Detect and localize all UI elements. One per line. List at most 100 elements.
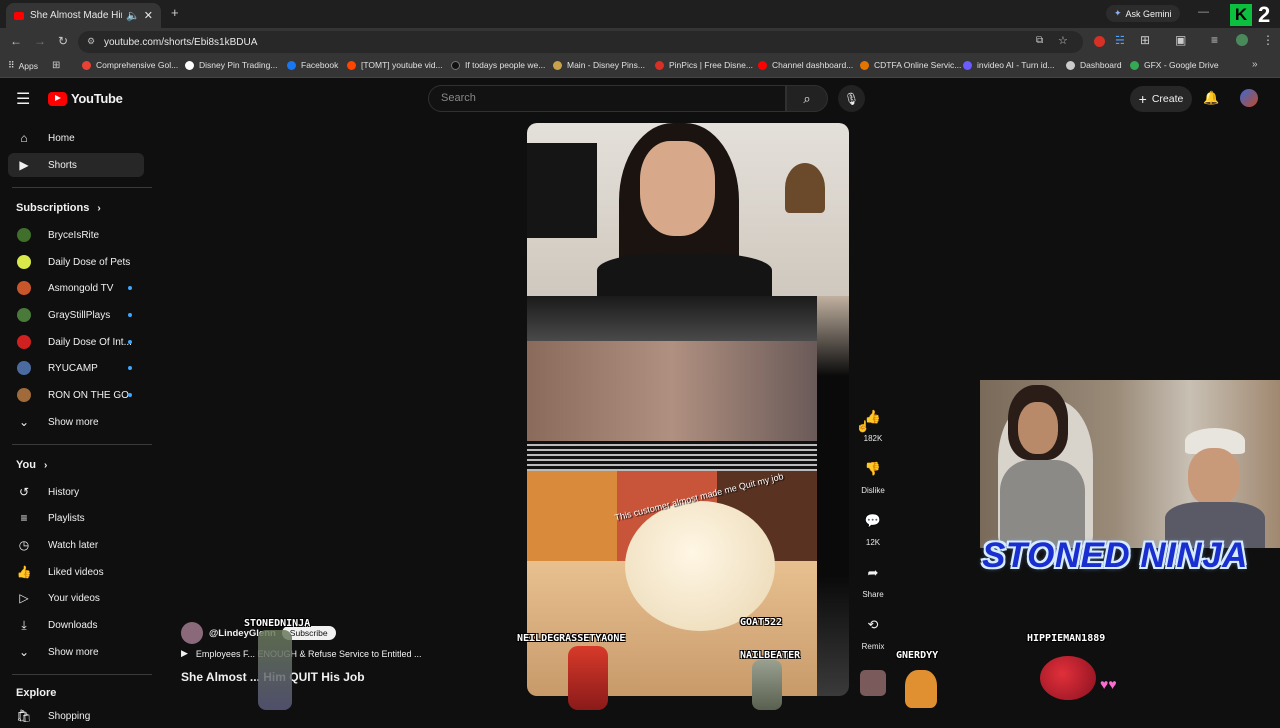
tab-groups-icon[interactable]: ⊞ — [52, 60, 60, 71]
bookmark-star-icon[interactable]: ☆ — [1058, 34, 1068, 47]
extension-blue-icon[interactable]: ☵ — [1115, 34, 1125, 47]
new-tab-icon[interactable]: + — [171, 5, 179, 20]
bookmark-item[interactable]: invideo AI - Turn id... — [963, 60, 1054, 70]
browser-menu-icon[interactable]: ⋮ — [1262, 33, 1274, 47]
notifications-bell-icon[interactable]: 🔔 — [1203, 90, 1219, 106]
shorts-video-player[interactable]: This customer almost made me Quit my job — [527, 123, 849, 696]
bookmark-item[interactable]: Dashboard — [1066, 60, 1122, 70]
sidebar-subscription-item[interactable]: Daily Dose of Pets — [8, 250, 144, 274]
search-button[interactable]: ⌕ — [786, 85, 828, 112]
sidebar-subscription-item[interactable]: GrayStillPlays — [8, 303, 144, 327]
sidebar-item-label: Show more — [48, 416, 99, 428]
sidebar-subscription-item[interactable]: Daily Dose Of Int... — [8, 330, 144, 354]
sidebar-item-liked-videos[interactable]: 👍 Liked videos — [8, 560, 144, 584]
ask-gemini-button[interactable]: ✦ Ask Gemini — [1106, 5, 1180, 22]
gemini-icon: ✦ — [1114, 8, 1122, 18]
bookmark-item[interactable]: GFX - Google Drive — [1130, 60, 1219, 70]
minimize-icon[interactable]: — — [1198, 6, 1209, 18]
channel-avatar — [17, 255, 31, 269]
bookmark-item[interactable]: Comprehensive Gol... — [82, 60, 178, 70]
bookmark-item[interactable]: If todays people we... — [451, 60, 545, 70]
bookmark-item[interactable]: Disney Pin Trading... — [185, 60, 277, 70]
subscriptions-heading[interactable]: Subscriptions › — [16, 202, 101, 214]
channel-avatar — [17, 388, 31, 402]
browser-tab[interactable]: She Almost Made Him QUIT 🔈 ✕ — [6, 3, 161, 28]
bookmark-label: Main - Disney Pins... — [567, 60, 645, 70]
chevron-down-icon: ⌄ — [18, 645, 30, 659]
voice-search-button[interactable]: 🎙 — [838, 85, 865, 112]
bookmark-item[interactable]: Main - Disney Pins... — [553, 60, 645, 70]
sidebar-item-label: BryceIsRite — [48, 229, 100, 241]
sidebar-item-shopping[interactable]: 🛍 Shopping — [8, 704, 144, 728]
youtube-favicon-icon — [14, 11, 24, 20]
divider — [12, 444, 152, 445]
sidebar-subscription-item[interactable]: BryceIsRite — [8, 223, 144, 247]
channel-avatar — [17, 281, 31, 295]
show-more-you[interactable]: ⌄ Show more — [8, 640, 144, 664]
sidebar-item-watch-later[interactable]: ◷ Watch later — [8, 533, 144, 557]
side-panel-icon[interactable]: ▣ — [1175, 33, 1186, 47]
chatter-name: GOAT522 — [740, 617, 783, 628]
account-avatar[interactable] — [1240, 89, 1258, 107]
comments-button[interactable]: 💬 12K — [856, 508, 890, 547]
sidebar-item-downloads[interactable]: ⤓ Downloads — [8, 613, 144, 637]
bookmark-label: Comprehensive Gol... — [96, 60, 179, 70]
home-icon: ⌂ — [20, 131, 28, 145]
profile-avatar-icon[interactable] — [1236, 34, 1248, 46]
freezer-rack-image — [527, 441, 817, 471]
sidebar-item-label: GrayStillPlays — [48, 309, 111, 321]
youtube-logo[interactable]: YouTube — [48, 91, 123, 106]
extensions-puzzle-icon[interactable]: ⊞ — [1140, 33, 1150, 47]
freezer-lid-image — [527, 296, 817, 341]
bookmark-favicon-icon — [287, 60, 296, 70]
sound-thumbnail[interactable] — [856, 670, 890, 696]
search-input[interactable]: Search — [428, 85, 786, 112]
face-image — [640, 141, 715, 236]
bookmark-label: invideo AI - Turn id... — [977, 60, 1055, 70]
sidebar-item-shorts[interactable]: ▶ Shorts — [8, 153, 144, 177]
speaker-icon[interactable]: 🔈 — [126, 9, 140, 22]
bookmark-favicon-icon — [451, 60, 460, 70]
divider — [12, 674, 152, 675]
create-label: Create — [1151, 93, 1184, 105]
create-button[interactable]: + Create — [1130, 86, 1192, 112]
site-info-icon[interactable]: ⚙ — [87, 36, 95, 47]
remix-button[interactable]: ⟲ Remix — [856, 612, 890, 651]
you-heading[interactable]: You › — [16, 459, 47, 471]
sidebar-item-home[interactable]: ⌂ Home — [8, 126, 144, 150]
dislike-label: Dislike — [861, 486, 885, 495]
bookmark-item[interactable]: Channel dashboard... — [758, 60, 853, 70]
forward-icon[interactable]: → — [34, 34, 46, 48]
history-icon: ↺ — [18, 485, 30, 499]
bookmark-item[interactable]: Facebook — [287, 60, 338, 70]
bookmark-item[interactable]: PinPics | Free Disne... — [655, 60, 753, 70]
sidebar-subscription-item[interactable]: RYUCAMP — [8, 356, 144, 380]
hamburger-menu-icon[interactable]: ☰ — [16, 89, 30, 109]
share-button[interactable]: ➦ Share — [856, 560, 890, 599]
address-bar[interactable]: ⚙ youtube.com/shorts/Ebi8s1kBDUA ⧉ ☆ — [78, 31, 1083, 53]
related-video-row[interactable]: ▶ Employees F... ENOUGH & Refuse Service… — [181, 648, 422, 659]
sidebar-subscription-item[interactable]: RON ON THE GO — [8, 383, 144, 407]
media-controls-icon[interactable]: ≡ — [1211, 33, 1218, 47]
thumbs-down-icon: 👎 — [864, 461, 882, 476]
ask-gemini-label: Ask Gemini — [1125, 8, 1172, 19]
bookmark-item[interactable]: ⠿ Apps — [8, 60, 38, 71]
channel-avatar[interactable] — [181, 622, 203, 644]
bookmark-item[interactable]: [TOMT] youtube vid... — [347, 60, 443, 70]
close-tab-icon[interactable]: ✕ — [144, 9, 153, 22]
dislike-button[interactable]: 👎 Dislike — [856, 456, 890, 495]
install-app-icon[interactable]: ⧉ — [1036, 35, 1043, 46]
sidebar-item-playlists[interactable]: ≡ Playlists — [8, 506, 144, 530]
like-count: 182K — [863, 434, 883, 443]
back-icon[interactable]: ← — [10, 34, 22, 48]
sidebar-item-your-videos[interactable]: ▷ Your videos — [8, 586, 144, 610]
bookmark-item[interactable]: CDTFA Online Servic... — [860, 60, 961, 70]
chatter-name: NEILDEGRASSETYAONE — [517, 633, 626, 644]
bookmark-label: Channel dashboard... — [772, 60, 854, 70]
sidebar-subscription-item[interactable]: Asmongold TV — [8, 276, 144, 300]
extension-red-icon[interactable] — [1094, 36, 1105, 47]
show-more-subscriptions[interactable]: ⌄ Show more — [8, 410, 144, 434]
more-bookmarks-icon[interactable]: » — [1252, 59, 1258, 70]
sidebar-item-history[interactable]: ↺ History — [8, 480, 144, 504]
reload-icon[interactable]: ↻ — [58, 34, 68, 48]
